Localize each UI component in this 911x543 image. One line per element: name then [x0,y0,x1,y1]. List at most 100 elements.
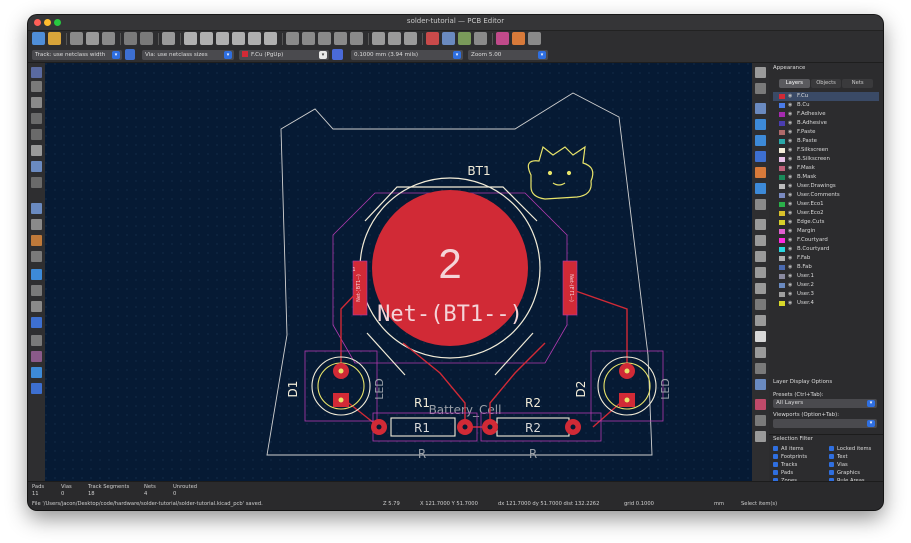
save-icon[interactable] [32,32,45,45]
layer-color-swatch[interactable] [779,139,785,144]
layer-row[interactable]: ◉ F.Paste [773,128,879,137]
layer-row[interactable]: ◉ F.Silkscreen [773,146,879,155]
units-inch-icon[interactable] [31,113,42,124]
eye-icon[interactable]: ◉ [788,182,792,191]
tune-length-icon[interactable] [755,151,766,162]
eye-icon[interactable]: ◉ [788,299,792,308]
layer-row[interactable]: ◉ B.Cu [773,101,879,110]
eye-icon[interactable]: ◉ [788,164,792,173]
appearance-panel-icon[interactable] [31,367,42,378]
draw-bezier-icon[interactable] [755,299,766,310]
layer-row[interactable]: ◉ Margin [773,227,879,236]
pad-fill-icon[interactable] [31,269,42,280]
zoom-select[interactable]: Zoom 5.00 ▾ [468,50,548,60]
layer-row[interactable]: ◉ User.2 [773,281,879,290]
layer-row[interactable]: ◉ User.1 [773,272,879,281]
page-settings-icon[interactable] [70,32,83,45]
draw-circle-icon[interactable] [755,267,766,278]
refresh-icon[interactable] [184,32,197,45]
layer-row[interactable]: ◉ User.3 [773,290,879,299]
select-tool-icon[interactable] [755,67,766,78]
layer-row[interactable]: ◉ F.Adhesive [773,110,879,119]
layer-display-options-toggle[interactable]: Layer Display Options [773,379,832,385]
draw-arc-icon[interactable] [755,235,766,246]
eye-icon[interactable]: ◉ [788,191,792,200]
draw-polygon-icon[interactable] [755,283,766,294]
eye-icon[interactable]: ◉ [788,110,792,119]
rotate-cw-icon[interactable] [302,32,315,45]
eye-icon[interactable]: ◉ [788,128,792,137]
delete-tool-icon[interactable] [755,399,766,410]
track-width-select[interactable]: Track: use netclass width ▾ [32,50,122,60]
layer-row[interactable]: ◉ F.Mask [773,164,879,173]
checkbox-checked-icon[interactable] [773,453,778,459]
add-zone-icon[interactable] [755,183,766,194]
eye-icon[interactable]: ◉ [788,200,792,209]
layer-color-swatch[interactable] [779,103,785,108]
layer-color-swatch[interactable] [779,238,785,243]
eye-icon[interactable]: ◉ [788,92,792,101]
mirror-icon[interactable] [334,32,347,45]
footprint-browser-icon[interactable] [458,32,471,45]
align-icon[interactable] [350,32,363,45]
eye-icon[interactable]: ◉ [788,272,792,281]
add-dimension-icon[interactable] [755,379,766,390]
layer-color-swatch[interactable] [779,94,785,99]
tab-layers[interactable]: Layers [779,79,810,88]
layer-color-swatch[interactable] [779,148,785,153]
layer-row[interactable]: ◉ B.Courtyard [773,245,879,254]
presets-select[interactable]: All Layers ▾ [773,399,877,408]
tab-objects[interactable]: Objects [810,79,842,88]
lock-icon[interactable] [388,32,401,45]
draw-rectangle-icon[interactable] [755,251,766,262]
highlight-net-icon[interactable] [31,351,42,362]
layer-color-swatch[interactable] [779,229,785,234]
plot-icon[interactable] [102,32,115,45]
add-table-icon[interactable] [755,363,766,374]
3d-viewer-icon[interactable] [528,32,541,45]
layer-color-swatch[interactable] [779,256,785,261]
polar-coords-icon[interactable] [31,97,42,108]
show-ratsnest-icon[interactable] [31,203,42,214]
checkbox-checked-icon[interactable] [829,445,834,451]
eye-icon[interactable]: ◉ [788,101,792,110]
track-fill-icon[interactable] [31,301,42,312]
eye-icon[interactable]: ◉ [788,236,792,245]
layer-select[interactable]: F.Cu (PgUp) ▾ [239,50,329,60]
layer-color-swatch[interactable] [779,283,785,288]
layer-color-swatch[interactable] [779,292,785,297]
add-via-icon[interactable] [755,167,766,178]
properties-panel-icon[interactable] [31,383,42,394]
checkbox-checked-icon[interactable] [773,461,778,467]
eye-icon[interactable]: ◉ [788,146,792,155]
layer-color-swatch[interactable] [779,202,785,207]
find-icon[interactable] [162,32,175,45]
zone-fill-icon[interactable] [31,235,42,246]
layer-color-swatch[interactable] [779,211,785,216]
contrast-mode-icon[interactable] [31,317,42,328]
board-setup-icon[interactable] [48,32,61,45]
zoom-in-icon[interactable] [200,32,213,45]
layer-row[interactable]: ◉ User.Eco1 [773,200,879,209]
cursor-shape-icon[interactable] [31,161,42,172]
group-icon[interactable] [372,32,385,45]
layer-color-swatch[interactable] [779,166,785,171]
layer-color-swatch[interactable] [779,247,785,252]
layer-color-swatch[interactable] [779,157,785,162]
flip-icon[interactable] [318,32,331,45]
footprint-editor-icon[interactable] [442,32,455,45]
selection-filter-checkbox[interactable]: Text [829,453,848,461]
checkbox-checked-icon[interactable] [829,469,834,475]
layer-color-swatch[interactable] [779,301,785,306]
eye-icon[interactable]: ◉ [788,281,792,290]
zone-outline-icon[interactable] [31,251,42,262]
eye-icon[interactable]: ◉ [788,173,792,182]
eye-icon[interactable]: ◉ [788,218,792,227]
layer-row[interactable]: ◉ F.Courtyard [773,236,879,245]
zoom-out-icon[interactable] [216,32,229,45]
pcb-canvas[interactable]: 2 Net-(BT1--) Net-(BT1--) Net-(BT1--) 1 … [45,63,752,481]
selection-filter-checkbox[interactable]: Footprints [773,453,807,461]
net-color-icon[interactable] [31,335,42,346]
print-icon[interactable] [86,32,99,45]
add-textbox-icon[interactable] [755,347,766,358]
